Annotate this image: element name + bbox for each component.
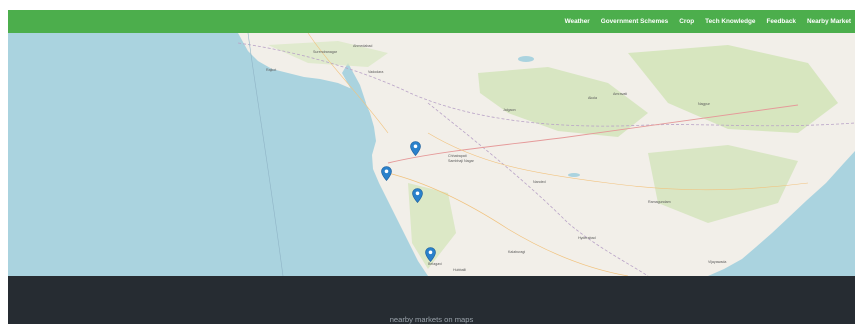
svg-text:Belagavi: Belagavi: [428, 262, 442, 266]
svg-text:Vijayawada: Vijayawada: [708, 260, 726, 264]
market-marker-mumbai[interactable]: [381, 166, 392, 181]
page-footer: nearby markets on maps: [8, 276, 855, 324]
svg-text:Akola: Akola: [588, 96, 597, 100]
nav-crop[interactable]: Crop: [679, 10, 694, 33]
svg-text:Ahmedabad: Ahmedabad: [353, 44, 372, 48]
top-navbar: Weather Government Schemes Crop Tech Kno…: [8, 10, 855, 33]
footer-caption: nearby markets on maps: [389, 315, 474, 324]
map-pin-icon: [412, 188, 423, 203]
svg-text:Chhatrapati: Chhatrapati: [448, 154, 467, 158]
svg-text:Kalaburagi: Kalaburagi: [508, 250, 525, 254]
svg-text:Hubballi: Hubballi: [453, 268, 466, 272]
svg-text:Surendranagar: Surendranagar: [313, 50, 338, 54]
svg-text:Ramagundam: Ramagundam: [648, 200, 671, 204]
svg-text:Sambhaji Nagar: Sambhaji Nagar: [448, 159, 475, 163]
app-frame: Weather Government Schemes Crop Tech Kno…: [8, 10, 855, 324]
map-pin-icon: [381, 166, 392, 181]
market-marker-kolhapur[interactable]: [425, 247, 436, 262]
svg-text:Vadodara: Vadodara: [368, 70, 383, 74]
svg-text:Jalgaon: Jalgaon: [503, 108, 516, 112]
svg-text:Rajkot: Rajkot: [266, 68, 276, 72]
nav-tech-knowledge[interactable]: Tech Knowledge: [705, 10, 755, 33]
nav-feedback[interactable]: Feedback: [766, 10, 795, 33]
market-marker-nashik[interactable]: [410, 141, 421, 156]
svg-text:Nanded: Nanded: [533, 180, 546, 184]
svg-text:Amravati: Amravati: [613, 92, 627, 96]
market-marker-pune[interactable]: [412, 188, 423, 203]
map-tiles: Surendranagar Rajkot Ahmedabad Vadodara …: [8, 33, 855, 276]
nearby-markets-map[interactable]: Surendranagar Rajkot Ahmedabad Vadodara …: [8, 33, 855, 276]
nav-weather[interactable]: Weather: [565, 10, 590, 33]
svg-text:Nagpur: Nagpur: [698, 102, 711, 106]
map-pin-icon: [410, 141, 421, 156]
nav-government-schemes[interactable]: Government Schemes: [601, 10, 668, 33]
nav-nearby-market[interactable]: Nearby Market: [807, 10, 851, 33]
map-pin-icon: [425, 247, 436, 262]
svg-text:Hyderabad: Hyderabad: [578, 236, 596, 240]
